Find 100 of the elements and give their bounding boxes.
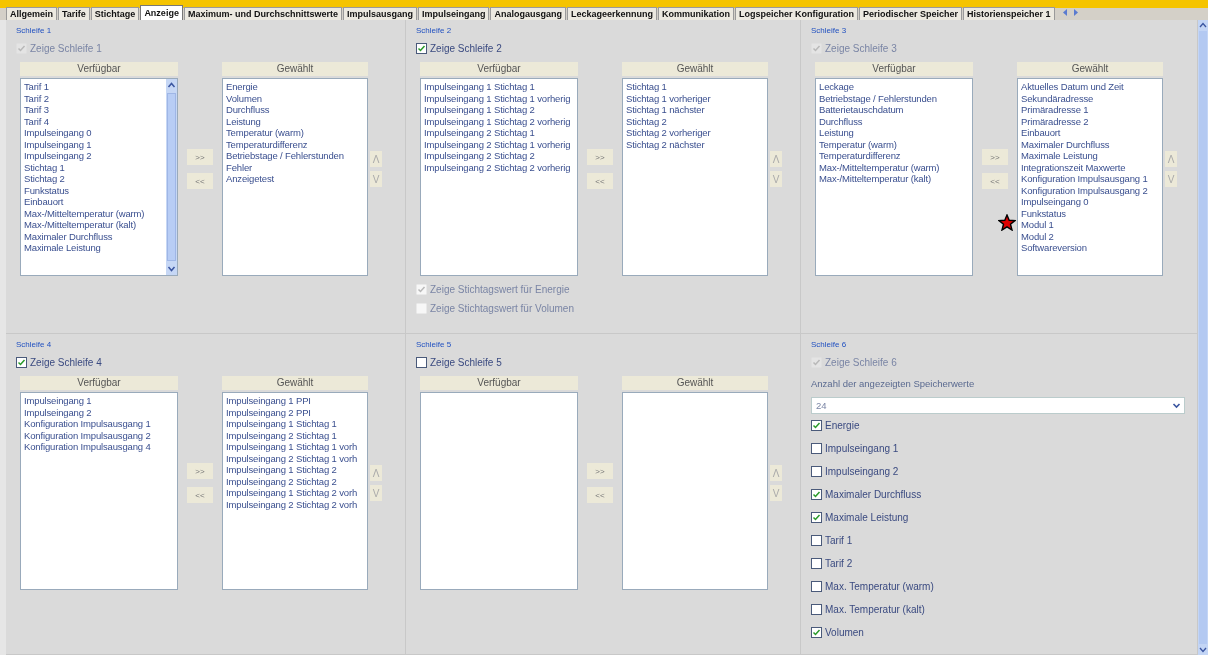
scroll-up-icon[interactable] (167, 81, 176, 89)
list-item[interactable]: Impulseingang 1 Stichtag 2 (424, 104, 574, 116)
list-item[interactable]: Impulseingang 2 (24, 406, 174, 418)
list-item[interactable]: Impulseingang 2 Stichtag 2 vorherig (424, 161, 574, 173)
list-item[interactable]: Impulseingang 2 Stichtag 1 vorh (226, 452, 364, 464)
available-list[interactable] (20, 78, 178, 276)
list-item[interactable]: Stichtag 2 nächster (626, 138, 764, 150)
list-item[interactable]: Maximale Leistung (24, 242, 163, 254)
list-item[interactable]: Stichtag 2 vorheriger (626, 127, 764, 139)
list-item[interactable]: Konfiguration Impulsausgang 4 (24, 441, 174, 453)
list-item[interactable]: Modul 1 (1021, 219, 1159, 231)
list-item[interactable]: Fehler (226, 161, 364, 173)
list-item[interactable]: Impulseingang 2 PPI (226, 406, 364, 418)
list-item[interactable]: Impulseingang 1 Stichtag 1 vorh (226, 441, 364, 453)
option-checkbox[interactable]: Tarif 2 (811, 552, 934, 575)
list-item[interactable]: Impulseingang 1 (24, 395, 174, 407)
remove-button[interactable]: << (587, 173, 613, 189)
list-item[interactable]: Stichtag 2 (24, 173, 163, 185)
chosen-list[interactable] (222, 392, 368, 590)
list-item[interactable]: Impulseingang 1 Stichtag 1 (226, 418, 364, 430)
list-item[interactable]: Impulseingang 2 Stichtag 2 (424, 150, 574, 162)
list-item[interactable]: Einbauort (24, 196, 163, 208)
list-item[interactable]: Stichtag 1 (24, 161, 163, 173)
list-item[interactable]: Max-/Mitteltemperatur (kalt) (819, 173, 969, 185)
list-item[interactable]: Temperaturdifferenz (819, 150, 969, 162)
list-item[interactable]: Betriebstage / Fehlerstunden (819, 92, 969, 104)
list-item[interactable]: Impulseingang 1 Stichtag 2 vorherig (424, 115, 574, 127)
list-item[interactable]: Tarif 4 (24, 115, 163, 127)
list-item[interactable]: Energie (226, 81, 364, 93)
list-item[interactable]: Konfiguration Impulsausgang 2 (24, 429, 174, 441)
show-loop-checkbox[interactable]: Zeige Schleife 4 (16, 357, 102, 368)
list-item[interactable]: Tarif 2 (24, 92, 163, 104)
option-checkbox[interactable]: Max. Temperatur (kalt) (811, 598, 934, 621)
list-item[interactable]: Impulseingang 1 (24, 138, 163, 150)
add-button[interactable]: >> (587, 149, 613, 165)
option-checkbox[interactable]: Max. Temperatur (warm) (811, 575, 934, 598)
tab[interactable]: Stichtage (90, 7, 140, 20)
chosen-list[interactable]: Stichtag 1 Stichtag 1 vorheriger Stichtag 1 nächster Stichtag 2 Stichtag 2 vorheriger Stichtag 2 nächster (622, 78, 768, 276)
remove-button[interactable]: << (187, 487, 213, 503)
add-button[interactable]: >> (187, 149, 213, 165)
list-item[interactable]: Aktuelles Datum und Zeit (1021, 81, 1159, 93)
available-list[interactable] (420, 392, 578, 590)
list-item[interactable]: Tarif 3 (24, 104, 163, 116)
scroll-down-icon[interactable] (167, 265, 176, 273)
scroll-up-icon[interactable] (1199, 22, 1207, 28)
list-item[interactable]: Modul 2 (1021, 230, 1159, 242)
option-checkbox[interactable]: Maximaler Durchfluss (811, 483, 934, 506)
list-item[interactable]: Max-/Mitteltemperatur (warm) (24, 207, 163, 219)
list-item[interactable]: Impulseingang 1 Stichtag 2 vorh (226, 487, 364, 499)
count-dropdown[interactable]: 24 (811, 397, 1185, 414)
list-item[interactable]: Stichtag 1 (626, 81, 764, 93)
list-item[interactable]: Konfiguration Impulsausgang 1 (24, 418, 174, 430)
list-item[interactable]: Softwareversion (1021, 242, 1159, 254)
list-item[interactable]: Leckage (819, 81, 969, 93)
page-scrollbar[interactable] (1198, 20, 1208, 655)
available-list[interactable]: Impulseingang 1 Impulseingang 2 Konfiguration Impulsausgang 1 Konfiguration Impulsausgang 2 Konfiguration Impulsausgang 4 (20, 392, 178, 590)
tab[interactable]: Impulsausgang (342, 7, 417, 20)
list-item[interactable]: Impulseingang 0 (1021, 196, 1159, 208)
list-item[interactable]: Impulseingang 1 Stichtag 1 vorherig (424, 92, 574, 104)
remove-button[interactable]: << (982, 173, 1008, 189)
list-item[interactable]: Temperatur (warm) (819, 138, 969, 150)
chosen-list[interactable] (1017, 78, 1163, 276)
list-item[interactable]: Impulseingang 1 Stichtag 2 (226, 464, 364, 476)
option-checkbox[interactable]: Energie (811, 414, 934, 437)
available-list[interactable] (420, 78, 578, 276)
list-item[interactable]: Maximaler Durchfluss (1021, 138, 1159, 150)
chosen-list[interactable] (622, 392, 768, 590)
tab[interactable]: Historienspeicher 1 (963, 7, 1055, 20)
list-item[interactable]: Einbauort (1021, 127, 1159, 139)
tab[interactable]: Leckageerkennung (566, 7, 657, 20)
list-item[interactable]: Maximaler Durchfluss (24, 230, 163, 242)
list-item[interactable]: Durchfluss (819, 115, 969, 127)
option-checkbox[interactable]: Tarif 1 (811, 529, 934, 552)
list-item[interactable]: Primäradresse 1 (1021, 104, 1159, 116)
show-loop-checkbox[interactable]: Zeige Schleife 2 (416, 43, 502, 54)
list-item[interactable]: Batterietauschdatum (819, 104, 969, 116)
option-checkbox[interactable]: Volumen (811, 621, 934, 644)
list-item[interactable]: Stichtag 1 nächster (626, 104, 764, 116)
list-item[interactable]: Impulseingang 2 Stichtag 1 (424, 127, 574, 139)
list-item[interactable]: Impulseingang 1 PPI (226, 395, 364, 407)
tab[interactable]: Tarife (58, 7, 90, 20)
tab[interactable]: Logspeicher Konfiguration (735, 7, 859, 20)
tab[interactable]: Maximum- und Durchschnittswerte (183, 7, 342, 20)
list-item[interactable]: Temperaturdifferenz (226, 138, 364, 150)
add-button[interactable]: >> (587, 463, 613, 479)
tab[interactable]: Anzeige (140, 5, 183, 20)
list-item[interactable]: Max-/Mitteltemperatur (kalt) (24, 219, 163, 231)
scroll-down-icon[interactable] (1199, 647, 1207, 653)
scrollbar[interactable] (166, 79, 177, 275)
list-item[interactable]: Sekundäradresse (1021, 92, 1159, 104)
chosen-list[interactable]: Energie Volumen Durchfluss Leistung Temperatur (warm) Temperaturdifferenz Betriebstage / Fehlerstunden Fehler Anzeigetest (222, 78, 368, 276)
list-item[interactable]: Betriebstage / Fehlerstunden (226, 150, 364, 162)
scroll-left-icon[interactable] (1061, 8, 1069, 17)
list-item[interactable]: Stichtag 1 vorheriger (626, 92, 764, 104)
list-item[interactable]: Impulseingang 2 Stichtag 2 vorh (226, 498, 364, 510)
option-checkbox[interactable]: Maximale Leistung (811, 506, 934, 529)
list-item[interactable]: Anzeigetest (226, 173, 364, 185)
list-item[interactable]: Primäradresse 2 (1021, 115, 1159, 127)
list-item[interactable]: Impulseingang 2 (24, 150, 163, 162)
available-list[interactable]: Leckage Betriebstage / Fehlerstunden Batterietauschdatum Durchfluss Leistung Temperatur (warm) Temperaturdifferenz Max-/Mitteltemperatur (warm) Max-/Mitteltemperatur (kalt) (815, 78, 973, 276)
